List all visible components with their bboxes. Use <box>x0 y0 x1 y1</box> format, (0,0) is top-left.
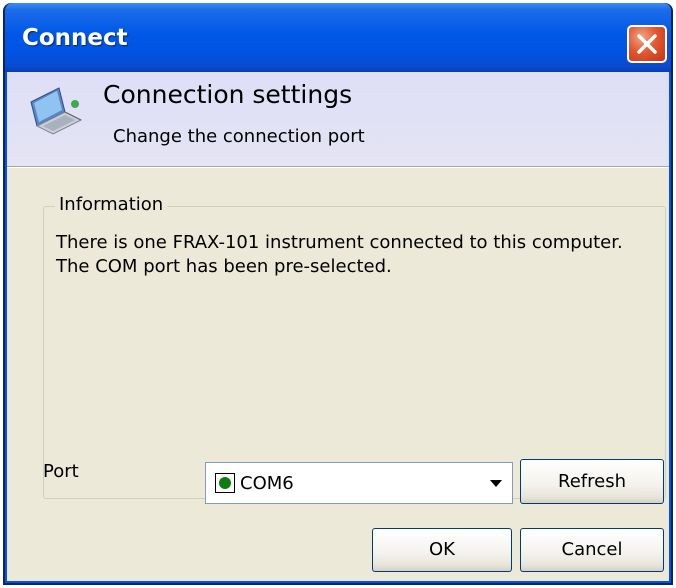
port-select[interactable]: COM6 <box>205 462 513 504</box>
information-legend: Information <box>55 194 168 215</box>
dropdown-arrow-icon <box>490 480 502 487</box>
information-text: There is one FRAX-101 instrument connect… <box>56 232 623 277</box>
connection-computer-icon <box>30 87 83 135</box>
dialog-header: Connection settings Change the connectio… <box>7 72 669 166</box>
title-bar[interactable]: Connect <box>5 3 671 72</box>
close-icon <box>637 34 657 54</box>
ok-button[interactable]: OK <box>372 528 512 572</box>
close-button[interactable] <box>627 25 667 63</box>
status-dot <box>219 477 231 489</box>
port-dropdown-button[interactable] <box>481 464 511 502</box>
port-label: Port <box>43 461 79 482</box>
cancel-button-label: Cancel <box>561 539 623 560</box>
port-selected-value: COM6 <box>240 473 294 494</box>
header-subtitle: Change the connection port <box>113 126 365 147</box>
cancel-button[interactable]: Cancel <box>520 528 664 572</box>
header-divider-highlight <box>7 167 669 168</box>
refresh-button-label: Refresh <box>558 471 626 492</box>
dialog-body: Connection settings Change the connectio… <box>7 72 669 581</box>
connected-status-icon <box>215 473 235 493</box>
window-title: Connect <box>22 25 128 51</box>
ok-button-label: OK <box>429 539 455 560</box>
header-title: Connection settings <box>103 80 353 109</box>
refresh-button[interactable]: Refresh <box>520 459 664 504</box>
connect-dialog: Connect Connection settings Change the c… <box>3 3 673 585</box>
